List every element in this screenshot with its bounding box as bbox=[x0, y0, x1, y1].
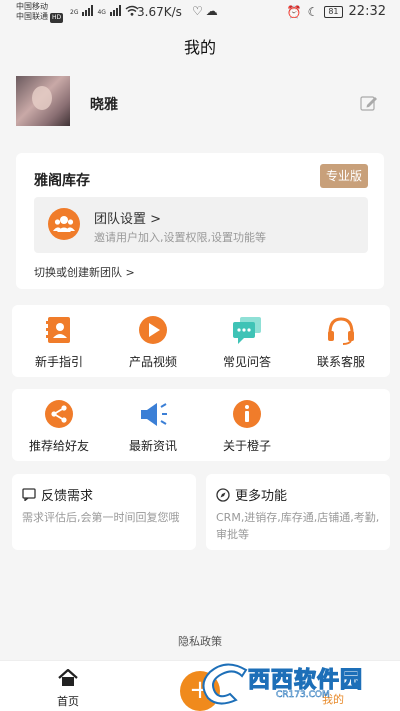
video-button[interactable]: 产品视频 bbox=[106, 305, 200, 377]
news-button[interactable]: 最新资讯 bbox=[106, 389, 200, 461]
edition-badge[interactable]: 专业版 bbox=[319, 164, 368, 188]
more-features-title: 更多功能 bbox=[235, 489, 288, 504]
carrier-2: 中国联通 bbox=[16, 12, 48, 21]
moon-icon: ☾ bbox=[307, 4, 319, 19]
profile-section[interactable]: 晓雅 bbox=[16, 76, 384, 128]
sig1-label: 2G bbox=[70, 9, 79, 16]
status-right: ⏰ ☾ 81 22:32 bbox=[287, 4, 386, 19]
watermark-sub: CR173.COM bbox=[276, 690, 330, 701]
help-grid: 新手指引 产品视频 常见问答 联系客服 bbox=[12, 305, 390, 377]
carrier-1: 中国移动 bbox=[16, 2, 48, 11]
chat-bubbles-icon bbox=[233, 317, 261, 344]
feedback-title: 反馈需求 bbox=[41, 489, 94, 504]
status-time: 22:32 bbox=[348, 4, 386, 19]
tab-home-label: 首页 bbox=[57, 695, 79, 708]
more-features-desc: CRM,进销存,库存通,店铺通,考勤,审批等 bbox=[216, 511, 380, 541]
compass-icon bbox=[216, 487, 230, 502]
team-settings-desc: 邀请用户加入,设置权限,设置功能等 bbox=[94, 231, 266, 244]
switch-team-link[interactable]: 切换或创建新团队 > bbox=[34, 264, 135, 280]
watermark-swoosh-icon bbox=[202, 663, 248, 705]
watermark-logo: 西西软件园 CR173.COM bbox=[196, 660, 386, 708]
avatar[interactable] bbox=[16, 76, 70, 126]
grid-label: 联系客服 bbox=[316, 355, 365, 369]
guide-book-icon bbox=[46, 317, 70, 343]
more-features-header: 更多功能 bbox=[216, 485, 287, 504]
app-notification-icons: ♡☁ bbox=[192, 4, 221, 18]
tab-home[interactable]: 首页 bbox=[48, 668, 88, 709]
signal-icon bbox=[109, 5, 121, 16]
faq-button[interactable]: 常见问答 bbox=[200, 305, 294, 377]
grid-label: 产品视频 bbox=[128, 355, 177, 369]
team-settings-title: 团队设置 > bbox=[94, 212, 162, 227]
sig2-label: 4G bbox=[97, 9, 106, 16]
play-video-icon bbox=[139, 316, 167, 344]
headset-icon bbox=[328, 317, 354, 345]
net-speed: 3.67K/s bbox=[137, 5, 182, 19]
customer-service-button[interactable]: 联系客服 bbox=[294, 305, 388, 377]
hd-badge: HD bbox=[50, 13, 64, 23]
feedback-card[interactable]: 反馈需求 需求评估后,会第一时间回复您哦 bbox=[12, 474, 196, 550]
about-button[interactable]: 关于橙子 bbox=[200, 389, 294, 461]
username: 晓雅 bbox=[90, 97, 118, 113]
feedback-desc: 需求评估后,会第一时间回复您哦 bbox=[22, 511, 180, 524]
status-bar: 中国移动 中国联通 HD 2G 4G 3.67K/s ♡☁ ⏰ ☾ 81 22:3… bbox=[0, 0, 400, 26]
edit-icon[interactable] bbox=[360, 95, 378, 111]
more-features-card[interactable]: 更多功能 CRM,进销存,库存通,店铺通,考勤,审批等 bbox=[206, 474, 390, 550]
grid-label: 推荐给好友 bbox=[28, 439, 89, 453]
page-title: 我的 bbox=[183, 38, 216, 57]
wechat-icon: ☁ bbox=[205, 4, 221, 18]
grid-label: 新手指引 bbox=[34, 355, 83, 369]
grid-label: 常见问答 bbox=[222, 355, 271, 369]
team-card: 雅阁库存 专业版 团队设置 > 邀请用户加入,设置权限,设置功能等 切换或创建新… bbox=[16, 153, 384, 289]
info-icon bbox=[233, 400, 261, 428]
team-name: 雅阁库存 bbox=[34, 173, 90, 189]
grid-label: 最新资讯 bbox=[128, 439, 177, 453]
info-grid: 推荐给好友 最新资讯 关于橙子 bbox=[12, 389, 390, 461]
team-icon bbox=[48, 208, 80, 240]
home-icon bbox=[58, 668, 78, 686]
signal-icon bbox=[82, 5, 94, 16]
guide-button[interactable]: 新手指引 bbox=[12, 305, 106, 377]
share-button[interactable]: 推荐给好友 bbox=[12, 389, 106, 461]
battery-icon: 81 bbox=[324, 5, 343, 18]
alarm-icon: ⏰ bbox=[286, 4, 302, 19]
grid-label: 关于橙子 bbox=[222, 439, 271, 453]
signal-icons: 2G 4G bbox=[70, 5, 139, 16]
team-settings-button[interactable]: 团队设置 > 邀请用户加入,设置权限,设置功能等 bbox=[34, 197, 368, 253]
feedback-header: 反馈需求 bbox=[22, 485, 93, 504]
heartbeat-icon: ♡ bbox=[192, 4, 206, 18]
privacy-policy-link[interactable]: 隐私政策 bbox=[0, 633, 400, 649]
share-icon bbox=[45, 400, 73, 428]
megaphone-icon bbox=[141, 403, 167, 426]
feedback-icon bbox=[22, 488, 36, 501]
carrier-info: 中国移动 中国联通 HD bbox=[16, 2, 64, 23]
